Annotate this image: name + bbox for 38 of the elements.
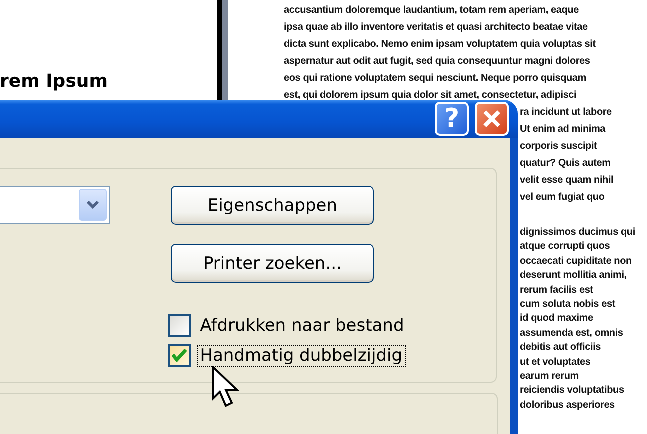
document-text-line: doloribus asperiores: [520, 398, 615, 413]
document-text-line: ra incidunt ut labore: [520, 106, 612, 120]
document-text-line: ipsa quae ab illo inventore veritatis et quasi architecto beatae vitae: [284, 21, 588, 35]
document-text-line: reiciendis voluptatibus: [520, 384, 624, 398]
document-text-line: accusantium doloremque laudantium, totam rem aperiam, eaque: [284, 4, 579, 18]
document-text-line: atque corrupti quos: [520, 240, 610, 254]
document-text-line: vel eum fugiat quo: [520, 191, 605, 205]
document-text-line: id quod maxime: [520, 312, 594, 326]
document-text-line: est, qui dolorem ipsum quia dolor sit amet, consectetur, adipisci: [284, 89, 577, 103]
checkbox-label[interactable]: Afdrukken naar bestand: [197, 314, 408, 336]
document-text-line: quatur? Quis autem: [520, 157, 611, 171]
help-button[interactable]: ?: [435, 102, 469, 136]
checkbox[interactable]: [168, 314, 192, 337]
document-text-line: deserunt mollitia animi,: [520, 269, 627, 284]
dialog-button[interactable]: Printer zoeken...: [171, 244, 374, 283]
document-text-line: rerum facilis est: [520, 284, 594, 298]
document-text-line: eos qui ratione voluptatem sequi nesciunt. Neque porro quisquam: [284, 72, 586, 86]
document-text-line: Ut enim ad minima: [520, 123, 606, 137]
document-text-line: ut et voluptates: [520, 356, 591, 370]
document-text-line: assumenda est, omnis: [520, 326, 624, 341]
document-text-line: cum soluta nobis est: [520, 298, 616, 312]
checkmark-icon: [172, 349, 188, 362]
mouse-cursor-icon: [212, 366, 239, 409]
close-button[interactable]: [475, 102, 509, 136]
document-text-line: corporis suscipit: [520, 140, 598, 154]
dialog-button[interactable]: Eigenschappen: [171, 186, 374, 225]
document-text-line: earum rerum: [520, 370, 579, 384]
close-icon: [482, 109, 502, 129]
document-text-line: dignissimos ducimus qui: [520, 226, 636, 240]
document-text-line: velit esse quam nihil: [520, 174, 614, 188]
document-text-line: aspernatur aut odit aut fugit, sed quia consequuntur magni dolores: [284, 55, 590, 69]
printer-dropdown[interactable]: [0, 186, 110, 224]
document-heading: rem Ipsum: [0, 71, 108, 92]
document-text-line: debitis aut officiis: [520, 341, 602, 356]
checkbox[interactable]: [168, 344, 192, 367]
document-text-line: occaecati cupiditate non: [520, 254, 632, 269]
checkbox-label[interactable]: Handmatig dubbelzijdig: [197, 344, 406, 366]
document-text-line: dicta sunt explicabo. Nemo enim ipsam voluptatem quia voluptas sit: [284, 38, 596, 52]
